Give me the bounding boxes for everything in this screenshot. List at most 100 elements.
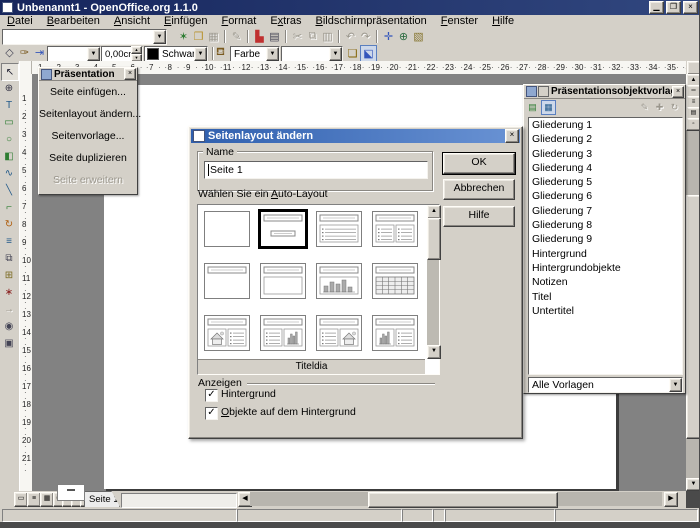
spin-up-icon[interactable]: ▲ bbox=[131, 46, 142, 54]
style-item-hintergrund[interactable]: Hintergrund bbox=[529, 247, 682, 261]
restore-button[interactable]: ❐ bbox=[666, 1, 681, 14]
shadow-icon[interactable]: ❏ bbox=[345, 46, 360, 61]
stylist-titlebar[interactable]: Präsentationsobjektvorlagen × bbox=[524, 85, 685, 99]
layout-title-2text[interactable] bbox=[372, 211, 418, 247]
menu-ansicht[interactable]: Ansicht bbox=[107, 15, 157, 28]
palette-item-seiteeinfgen[interactable]: Seite einfügen... bbox=[39, 81, 137, 103]
arrow-style-icon[interactable]: ⇥ bbox=[32, 45, 47, 60]
select-tool-icon[interactable]: ↖ bbox=[1, 63, 19, 81]
presentation-palette-titlebar[interactable]: Präsentation × bbox=[39, 68, 137, 81]
navigator-icon[interactable]: ✛ bbox=[381, 29, 396, 44]
graphic-styles-icon[interactable]: ▤ bbox=[526, 101, 539, 114]
drawing-view-button[interactable]: ▭ bbox=[14, 492, 28, 507]
presentation-box-tool-icon[interactable]: ▣ bbox=[1, 335, 17, 351]
ellipse-tool-icon[interactable]: ○ bbox=[1, 131, 17, 147]
zoom-tool-icon[interactable]: ⊕ bbox=[1, 80, 17, 96]
3d-objects-tool-icon[interactable]: ◧ bbox=[1, 148, 17, 164]
fill-format-mode-icon[interactable]: ✎ bbox=[638, 101, 651, 114]
zoom-icon[interactable]: ⊕ bbox=[396, 29, 411, 44]
undo-icon[interactable]: ↶ bbox=[343, 29, 358, 44]
edit-file-icon[interactable]: ✎ bbox=[229, 29, 244, 44]
palette-close-icon[interactable]: × bbox=[124, 68, 136, 80]
menu-einfgen[interactable]: Einfügen bbox=[157, 15, 214, 28]
ok-button[interactable]: OK bbox=[443, 153, 515, 174]
layout-scroll-up-icon[interactable]: ▲ bbox=[427, 205, 441, 219]
style-item-gliederung5[interactable]: Gliederung 5 bbox=[529, 175, 682, 189]
3d-controller-tool-icon[interactable]: ◉ bbox=[1, 318, 17, 334]
menu-extras[interactable]: Extras bbox=[263, 15, 308, 28]
print-icon[interactable]: ▤ bbox=[267, 29, 282, 44]
style-filter-dropdown-arrow-icon[interactable]: ▼ bbox=[669, 378, 682, 392]
export-pdf-icon[interactable]: ▙ bbox=[252, 29, 267, 44]
menu-hilfe[interactable]: Hilfe bbox=[485, 15, 521, 28]
style-item-gliederung2[interactable]: Gliederung 2 bbox=[529, 132, 682, 146]
text-tool-icon[interactable]: T bbox=[1, 97, 17, 113]
style-item-gliederung7[interactable]: Gliederung 7 bbox=[529, 204, 682, 218]
layout-scroll-down-icon[interactable]: ▼ bbox=[427, 345, 441, 359]
edit-points-icon[interactable]: ◇ bbox=[2, 45, 17, 60]
layout-title-frame[interactable] bbox=[260, 263, 306, 299]
presentation-styles-icon[interactable]: ▦ bbox=[541, 100, 556, 115]
layout-title-clipart-text[interactable] bbox=[204, 315, 250, 351]
outline-view-button[interactable]: ≡ bbox=[27, 492, 41, 507]
palette-item-seiteduplizieren[interactable]: Seite duplizieren bbox=[39, 147, 137, 169]
layout-scroll-thumb[interactable] bbox=[427, 218, 441, 260]
menu-format[interactable]: Format bbox=[214, 15, 263, 28]
style-filter-combobox[interactable]: Alle Vorlagen ▼ bbox=[528, 377, 683, 393]
save-icon[interactable]: ▦ bbox=[206, 29, 221, 44]
dialog-close-icon[interactable]: × bbox=[505, 129, 519, 143]
layout-scrollbar[interactable]: ▲ ▼ bbox=[427, 205, 439, 359]
layout-blank[interactable] bbox=[204, 211, 250, 247]
fill-style-dropdown-arrow-icon[interactable]: ▼ bbox=[266, 47, 279, 61]
vertical-scroll-thumb[interactable] bbox=[686, 195, 700, 439]
style-item-gliederung1[interactable]: Gliederung 1 bbox=[529, 118, 682, 132]
style-item-gliederung3[interactable]: Gliederung 3 bbox=[529, 147, 682, 161]
style-item-notizen[interactable]: Notizen bbox=[529, 275, 682, 289]
curve-tool-icon[interactable]: ∿ bbox=[1, 165, 17, 181]
menu-fenster[interactable]: Fenster bbox=[434, 15, 485, 28]
style-item-gliederung8[interactable]: Gliederung 8 bbox=[529, 218, 682, 232]
open-icon[interactable]: ❒ bbox=[191, 29, 206, 44]
style-item-gliederung4[interactable]: Gliederung 4 bbox=[529, 161, 682, 175]
new-document-icon[interactable]: ✶ bbox=[176, 29, 191, 44]
style-list[interactable]: Gliederung 1Gliederung 2Gliederung 3Glie… bbox=[528, 117, 683, 375]
layout-title-text[interactable] bbox=[316, 211, 362, 247]
help-button[interactable]: Hilfe bbox=[443, 206, 515, 227]
close-button[interactable]: × bbox=[683, 1, 698, 14]
style-item-gliederung6[interactable]: Gliederung 6 bbox=[529, 189, 682, 203]
title-bar[interactable]: Unbenannt1 - OpenOffice.org 1.1.0 ▁ ❐ × bbox=[0, 0, 700, 15]
cancel-button[interactable]: Abbrechen bbox=[443, 179, 515, 200]
line-style-combobox[interactable]: ▼ bbox=[47, 46, 101, 62]
gallery-icon[interactable]: ▧ bbox=[411, 29, 426, 44]
page-tab[interactable]: Seite 1 bbox=[84, 491, 120, 507]
style-item-gliederung9[interactable]: Gliederung 9 bbox=[529, 232, 682, 246]
menu-bildschirmprsentation[interactable]: Bildschirmpräsentation bbox=[309, 15, 434, 28]
fill-color-combobox[interactable]: ▼ bbox=[281, 46, 343, 62]
insert-tool-icon[interactable]: ⊞ bbox=[1, 267, 17, 283]
copy-icon[interactable]: ⧉ bbox=[305, 29, 320, 44]
url-dropdown-arrow-icon[interactable]: ▼ bbox=[153, 30, 166, 44]
dialog-titlebar[interactable]: Seitenlayout ändern × bbox=[191, 129, 520, 143]
slide-view-button[interactable]: ▦ bbox=[40, 492, 54, 507]
style-item-untertitel[interactable]: Untertitel bbox=[529, 304, 682, 318]
stylist-close-icon[interactable]: × bbox=[672, 86, 684, 98]
url-combobox[interactable]: ▼ bbox=[2, 29, 167, 45]
line-style-dropdown-arrow-icon[interactable]: ▼ bbox=[87, 47, 100, 61]
pen-icon[interactable]: ✑ bbox=[17, 45, 32, 60]
line-color-combobox[interactable]: Schwarz ▼ bbox=[144, 46, 208, 62]
menu-datei[interactable]: Datei bbox=[0, 15, 40, 28]
layout-title-subtitle[interactable] bbox=[258, 209, 308, 249]
checkbox-hintergrund[interactable]: ✓ bbox=[205, 389, 218, 402]
line-color-dropdown-arrow-icon[interactable]: ▼ bbox=[194, 47, 207, 61]
fill-style-combobox[interactable]: Farbe ▼ bbox=[230, 46, 280, 62]
layout-title-table[interactable] bbox=[372, 263, 418, 299]
redo-icon[interactable]: ↷ bbox=[358, 29, 373, 44]
palette-item-seitenvorlage[interactable]: Seitenvorlage... bbox=[39, 125, 137, 147]
name-input[interactable]: Seite 1 bbox=[204, 161, 428, 179]
horizontal-scroll-thumb[interactable] bbox=[368, 492, 558, 508]
line-width-spinner[interactable]: 0,00cm ▲ ▼ bbox=[101, 46, 143, 62]
scrollbar-extra-button-4[interactable]: ▫ bbox=[686, 118, 700, 131]
update-style-icon[interactable]: ↻ bbox=[668, 101, 681, 114]
new-style-from-selection-icon[interactable]: ✚ bbox=[653, 101, 666, 114]
layout-title-chart-text[interactable] bbox=[372, 315, 418, 351]
